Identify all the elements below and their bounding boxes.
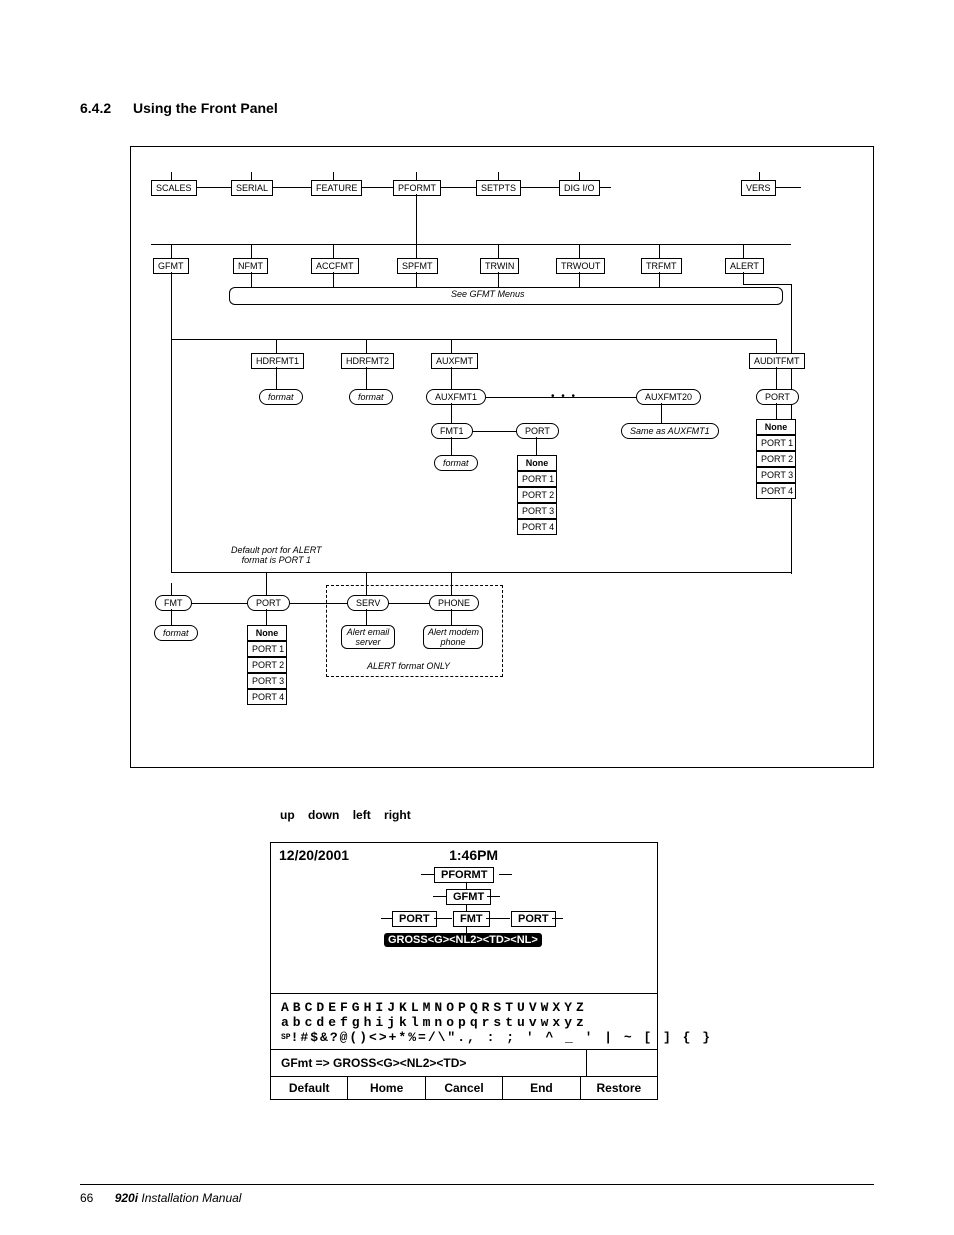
lcd-fmt: FMT — [453, 911, 490, 927]
node-auxfmt: AUXFMT — [431, 353, 478, 369]
lcd-time: 1:46PM — [449, 847, 498, 863]
section-title: Using the Front Panel — [133, 100, 278, 116]
audit-port-none: None — [756, 419, 796, 435]
lcd-port-r: PORT — [511, 911, 556, 927]
node-feature: FEATURE — [311, 180, 362, 196]
node-hdrfmt2: HDRFMT2 — [341, 353, 394, 369]
kw-right: right — [384, 808, 411, 822]
softkey-cancel[interactable]: Cancel — [426, 1077, 503, 1099]
node-alert: ALERT — [725, 258, 764, 274]
softkey-home[interactable]: Home — [348, 1077, 425, 1099]
softkey-restore[interactable]: Restore — [581, 1077, 657, 1099]
node-trfmt: TRFMT — [641, 258, 682, 274]
node-aux-port: PORT — [516, 423, 559, 439]
node-alert-port: PORT — [247, 595, 290, 611]
lcd-charset: ABCDEFGHIJKLMNOPQRSTUVWXYZ abcdefghijklm… — [271, 994, 657, 1050]
kw-left: left — [353, 808, 371, 822]
kw-up: up — [280, 808, 295, 822]
aux-port-4: PORT 4 — [517, 519, 557, 535]
audit-port-1: PORT 1 — [756, 435, 796, 451]
alert-port-2: PORT 2 — [247, 657, 287, 673]
node-serial: SERIAL — [231, 180, 273, 196]
pill-format-1: format — [259, 389, 303, 405]
node-hdrfmt1: HDRFMT1 — [251, 353, 304, 369]
lcd-port-l: PORT — [392, 911, 437, 927]
aux-port-none: None — [517, 455, 557, 471]
node-accfmt: ACCFMT — [311, 258, 359, 274]
menu-tree-diagram: SCALES SERIAL FEATURE PFORMT SETPTS DIG … — [130, 146, 874, 768]
node-auxfmt1: AUXFMT1 — [426, 389, 486, 405]
lcd-softkeys: Default Home Cancel End Restore — [271, 1077, 657, 1099]
alert-port-none: None — [247, 625, 287, 641]
aux-port-1: PORT 1 — [517, 471, 557, 487]
keyword-line: up down left right — [280, 808, 874, 822]
aux-port-3: PORT 3 — [517, 503, 557, 519]
see-gfmt-label: See GFMT Menus — [451, 289, 525, 299]
node-trwin: TRWIN — [480, 258, 519, 274]
softkey-end[interactable]: End — [503, 1077, 580, 1099]
lcd-pformt: PFORMT — [434, 867, 494, 883]
node-digio: DIG I/O — [559, 180, 600, 196]
kw-down: down — [308, 808, 339, 822]
node-trwout: TRWOUT — [556, 258, 605, 274]
lcd-panel: 12/20/2001 1:46PM PFORMT GFMT PORT FMT P… — [270, 842, 658, 1100]
pill-format-4: format — [154, 625, 198, 641]
lcd-gfmt: GFMT — [446, 889, 491, 905]
node-vers: VERS — [741, 180, 776, 196]
dots: • • • — [551, 391, 577, 402]
lcd-template: GFmt => GROSS<G><NL2><TD> — [271, 1050, 657, 1077]
charset-sp: SP — [281, 1033, 291, 1042]
section-number: 6.4.2 — [80, 100, 111, 116]
softkey-default[interactable]: Default — [271, 1077, 348, 1099]
pill-format-2: format — [349, 389, 393, 405]
node-audit-port: PORT — [756, 389, 799, 405]
node-pformt: PFORMT — [393, 180, 441, 196]
alert-port-1: PORT 1 — [247, 641, 287, 657]
section-heading: 6.4.2 Using the Front Panel — [80, 100, 874, 116]
node-scales: SCALES — [151, 180, 197, 196]
audit-port-2: PORT 2 — [756, 451, 796, 467]
pill-same-as: Same as AUXFMT1 — [621, 423, 719, 439]
alert-only-label: ALERT format ONLY — [367, 661, 450, 671]
lcd-inverse: GROSS<G><NL2><TD><NL> — [384, 933, 542, 947]
footer-manual: Installation Manual — [138, 1191, 241, 1205]
footer-model: 920i — [115, 1191, 138, 1205]
node-spfmt: SPFMT — [397, 258, 438, 274]
node-setpts: SETPTS — [476, 180, 521, 196]
charset-symbols: !#$&?@()<>+*%=/\"., : ; ' ^ _ ' | ~ [ ] … — [291, 1030, 712, 1045]
lcd-date: 12/20/2001 — [279, 847, 349, 863]
audit-port-3: PORT 3 — [756, 467, 796, 483]
node-alert-fmt: FMT — [155, 595, 192, 611]
alert-note: Default port for ALERT format is PORT 1 — [231, 545, 322, 565]
alert-port-3: PORT 3 — [247, 673, 287, 689]
charset-lower: abcdefghijklmnopqrstuvwxyz — [281, 1015, 647, 1030]
node-auxfmt20: AUXFMT20 — [636, 389, 701, 405]
aux-port-2: PORT 2 — [517, 487, 557, 503]
page-number: 66 — [80, 1191, 93, 1205]
audit-port-4: PORT 4 — [756, 483, 796, 499]
alert-port-4: PORT 4 — [247, 689, 287, 705]
charset-upper: ABCDEFGHIJKLMNOPQRSTUVWXYZ — [281, 1000, 647, 1015]
pill-format-3: format — [434, 455, 478, 471]
page-footer: 66 920i Installation Manual — [80, 1184, 874, 1205]
